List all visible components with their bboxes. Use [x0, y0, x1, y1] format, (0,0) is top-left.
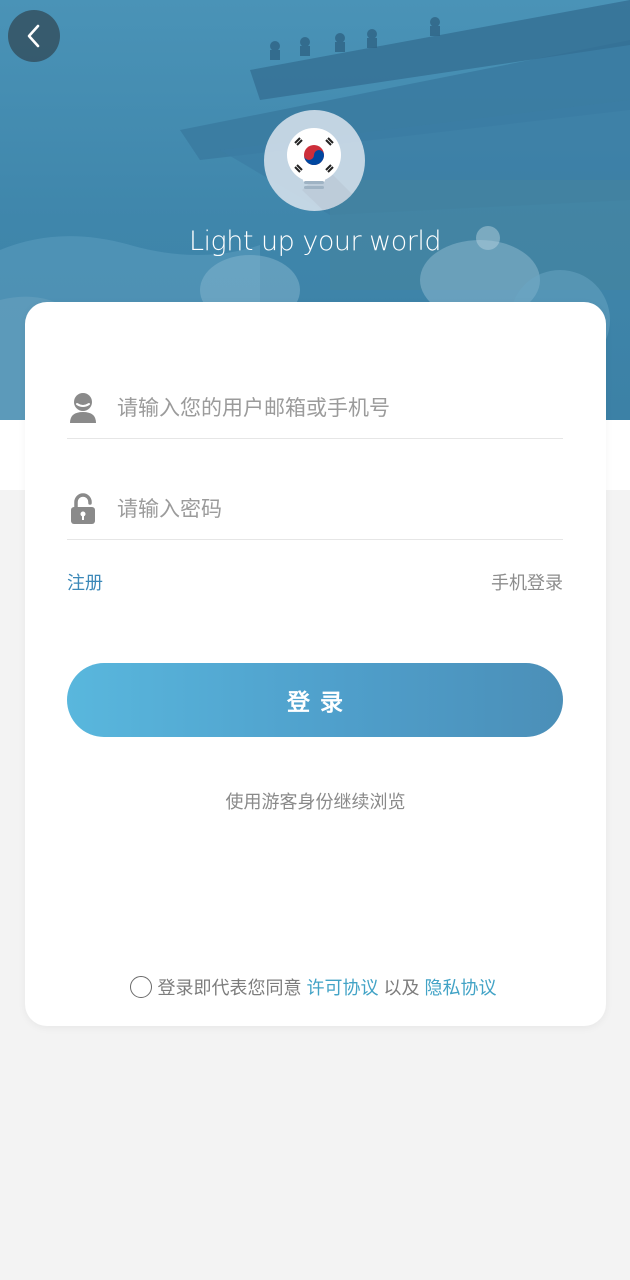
- lock-icon: [67, 492, 99, 526]
- agreement-radio[interactable]: [129, 976, 152, 998]
- password-input[interactable]: [117, 488, 563, 529]
- password-field: [67, 478, 563, 540]
- back-button[interactable]: [8, 10, 60, 62]
- agreement-conjunction: 以及: [383, 978, 420, 999]
- user-icon: [67, 391, 99, 425]
- login-card: 注册 手机登录 登录 使用游客身份继续浏览 登录即代表您同意 许可协议 以及 隐…: [25, 302, 606, 1026]
- chevron-left-icon: [27, 24, 40, 48]
- privacy-agreement-link[interactable]: 隐私协议: [425, 974, 497, 1000]
- app-logo: [264, 110, 365, 211]
- auth-links-row: 注册 手机登录: [67, 569, 563, 595]
- lightbulb-korea-flag-icon: [287, 128, 365, 211]
- license-agreement-link[interactable]: 许可协议: [307, 974, 379, 1000]
- phone-login-link[interactable]: 手机登录: [491, 569, 563, 595]
- agreement-row: 登录即代表您同意 许可协议 以及 隐私协议: [25, 974, 606, 1000]
- username-input[interactable]: [117, 387, 563, 428]
- login-button[interactable]: 登录: [67, 663, 563, 737]
- username-field: [67, 377, 563, 439]
- app-slogan: Light up your world: [189, 226, 442, 257]
- guest-browse-link[interactable]: 使用游客身份继续浏览: [25, 788, 606, 814]
- register-link[interactable]: 注册: [67, 569, 103, 595]
- agreement-prefix: 登录即代表您同意: [157, 978, 302, 999]
